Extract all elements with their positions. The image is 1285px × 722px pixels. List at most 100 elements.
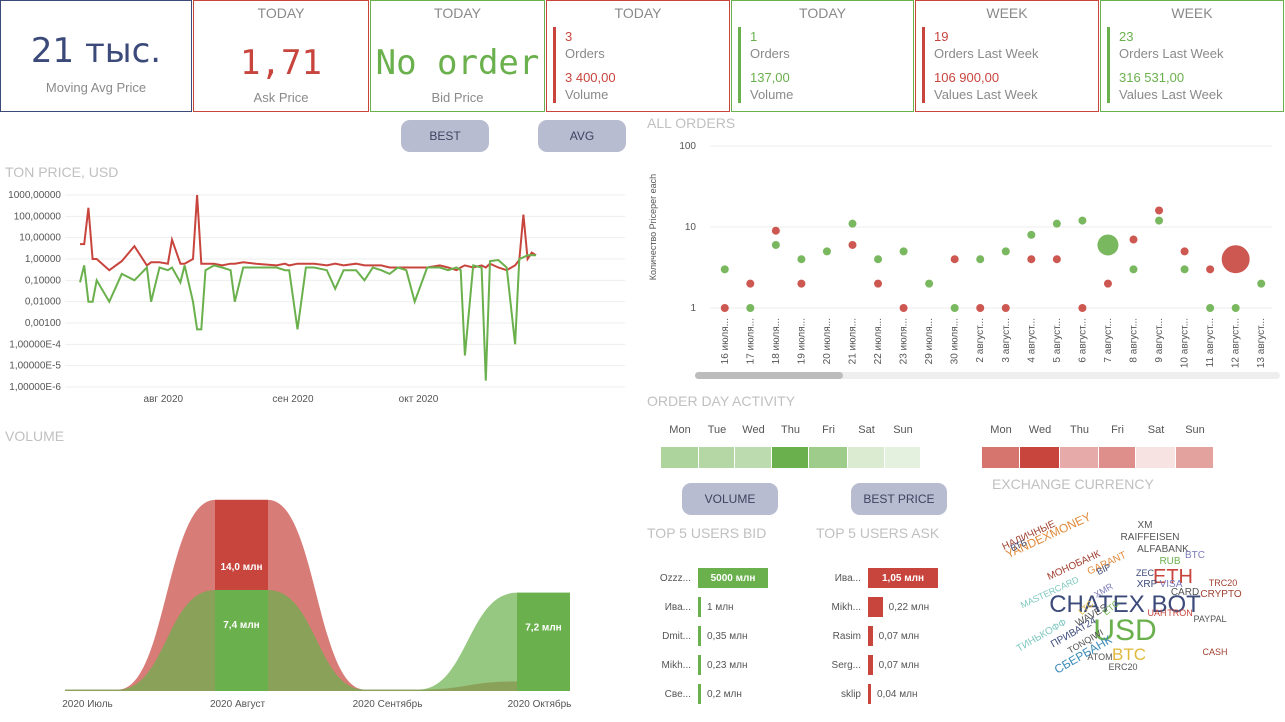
x-tick-label: 6 август... xyxy=(1077,318,1088,363)
y-tick-label: 100,00000 xyxy=(14,211,62,222)
x-tick-label: 8 август... xyxy=(1129,318,1140,363)
order-point xyxy=(1180,247,1189,256)
x-tick-label: 11 август... xyxy=(1205,318,1216,367)
week-red-values-label: Values Last Week xyxy=(934,87,1038,102)
order-point xyxy=(1155,216,1164,225)
avg-button[interactable]: AVG xyxy=(538,120,626,152)
exchange-currency-cloud: CHATEX BOTUSDETHBTCYANDEXMONEYНАЛИЧНЫЕВТ… xyxy=(1001,509,1242,676)
cloud-word: ERC20 xyxy=(1108,662,1137,672)
cloud-word: TRC20 xyxy=(1209,578,1238,588)
x-tick-label: 3 август... xyxy=(1001,318,1012,363)
user-value: 0,07 млн xyxy=(878,660,920,671)
order-point xyxy=(746,279,755,288)
user-bar xyxy=(868,655,873,675)
kpi-today-red: TODAY 3 Orders 3 400,00 Volume xyxy=(546,0,730,112)
ask-value: 1,71 xyxy=(240,43,322,83)
x-tick-label: 2 август... xyxy=(975,318,986,363)
moving-avg-value: 21 тыс. xyxy=(30,31,162,71)
order-point xyxy=(1052,255,1061,264)
kpi-ask-price: TODAY 1,71 Ask Price xyxy=(193,0,369,112)
cloud-word: XRP xyxy=(1137,579,1158,590)
best-button[interactable]: BEST xyxy=(401,120,489,152)
kpi-week-red: WEEK 19 Orders Last Week 106 900,00 Valu… xyxy=(915,0,1099,112)
y-tick-label: 0,00100 xyxy=(25,318,62,329)
user-value: 0,04 млн xyxy=(877,689,918,700)
today-red-orders-label: Orders xyxy=(565,46,605,61)
week-red-orders: 19 xyxy=(934,29,949,44)
y-tick-label: 1,00000E-4 xyxy=(9,339,61,350)
order-point xyxy=(1027,255,1036,264)
y-tick-label: 10 xyxy=(685,222,697,233)
kpi-week-green: WEEK 23 Orders Last Week 316 531,00 Valu… xyxy=(1100,0,1284,112)
heat-cell xyxy=(809,447,847,468)
user-value: 1,05 млн xyxy=(881,573,925,584)
user-name: Mikh... xyxy=(661,660,691,671)
order-point xyxy=(848,219,857,228)
user-name: Све... xyxy=(664,689,691,700)
order-point xyxy=(1155,206,1164,215)
user-bar xyxy=(868,684,871,704)
cloud-word: ZEC xyxy=(1136,568,1155,578)
heat-cell xyxy=(1020,447,1059,468)
order-point xyxy=(848,240,857,249)
day-label: Sat xyxy=(858,424,875,436)
cloud-word: RAIFFEISEN xyxy=(1121,532,1180,543)
ton-price-chart: 1000,00000 100,00000 10,00000 1,00000 0,1000… xyxy=(8,190,625,405)
today-green-head: TODAY xyxy=(799,5,846,21)
user-value: 0,07 млн xyxy=(878,631,920,642)
heat-cell xyxy=(1099,447,1135,468)
x-tick-label: 2020 Октябрь xyxy=(508,698,572,710)
x-tick-label: 29 июля... xyxy=(924,318,935,364)
x-tick-label: 23 июля... xyxy=(899,318,910,364)
top5-bid-chart: Ozzz... 5000 млн Ива... 1 млн Dmit... 0,35 мл… xyxy=(645,560,810,720)
x-tick-label: 9 август... xyxy=(1154,318,1165,363)
order-point xyxy=(1097,234,1119,256)
order-point xyxy=(822,247,831,256)
heat-cell xyxy=(1060,447,1098,468)
order-point xyxy=(1257,279,1266,288)
top5-ask-title: TOP 5 USERS ASK xyxy=(816,525,940,541)
all-orders-title: ALL ORDERS xyxy=(647,115,736,131)
day-label: Sun xyxy=(893,424,913,436)
order-point xyxy=(771,226,780,235)
x-tick-label: 10 август... xyxy=(1180,318,1191,368)
user-name: Ива... xyxy=(834,573,861,584)
user-value: 0,35 млн xyxy=(707,631,748,642)
top5-ask-chart: Ива... 1,05 млн Mikh... 0,22 млн Rasim 0,07 м… xyxy=(815,560,980,720)
cloud-word: BTC xyxy=(1185,550,1205,561)
cloud-word: CASH xyxy=(1202,647,1227,657)
heat-cell xyxy=(1176,447,1213,468)
y-tick-label: 0,10000 xyxy=(25,275,62,286)
scrollbar-thumb[interactable] xyxy=(695,372,843,379)
best-price-button[interactable]: BEST PRICE xyxy=(851,483,947,515)
volume-button[interactable]: VOLUME xyxy=(682,483,778,515)
today-red-accent xyxy=(553,27,556,103)
cloud-word: ALFABANK xyxy=(1137,544,1189,555)
today-red-volume: 3 400,00 xyxy=(565,70,616,85)
order-point xyxy=(1221,245,1250,274)
bid-head: TODAY xyxy=(434,5,481,21)
user-bar xyxy=(698,626,701,646)
order-point xyxy=(1001,304,1010,312)
user-value: 0,2 млн xyxy=(707,689,742,700)
x-tick-label: 17 июля... xyxy=(745,318,756,364)
x-tick-label: авг 2020 xyxy=(144,394,184,405)
order-point xyxy=(899,247,908,256)
order-point xyxy=(720,265,729,274)
top5-bid-title: TOP 5 USERS BID xyxy=(647,525,767,541)
order-point xyxy=(899,304,908,312)
volume-chart: 14,0 млн 7,4 млн 7,2 млн 2020 Июль 2020 Авгу… xyxy=(62,499,572,710)
cloud-word: CARD xyxy=(1171,587,1199,598)
order-point xyxy=(1052,219,1061,228)
y-tick-label: 1 xyxy=(690,303,696,314)
day-label: Fri xyxy=(822,424,835,436)
day-label: Tue xyxy=(707,424,727,436)
volume-column xyxy=(215,589,268,691)
cloud-word: XM xyxy=(1138,520,1153,531)
x-tick-label: 4 август... xyxy=(1026,318,1037,363)
order-point xyxy=(797,255,806,264)
ask-head: TODAY xyxy=(257,5,305,21)
day-activity-ask: Mon Wed Thu Fri Sat Sun xyxy=(982,424,1214,470)
today-green-volume-label: Volume xyxy=(750,87,794,102)
cloud-word: ATOM xyxy=(1087,652,1112,662)
